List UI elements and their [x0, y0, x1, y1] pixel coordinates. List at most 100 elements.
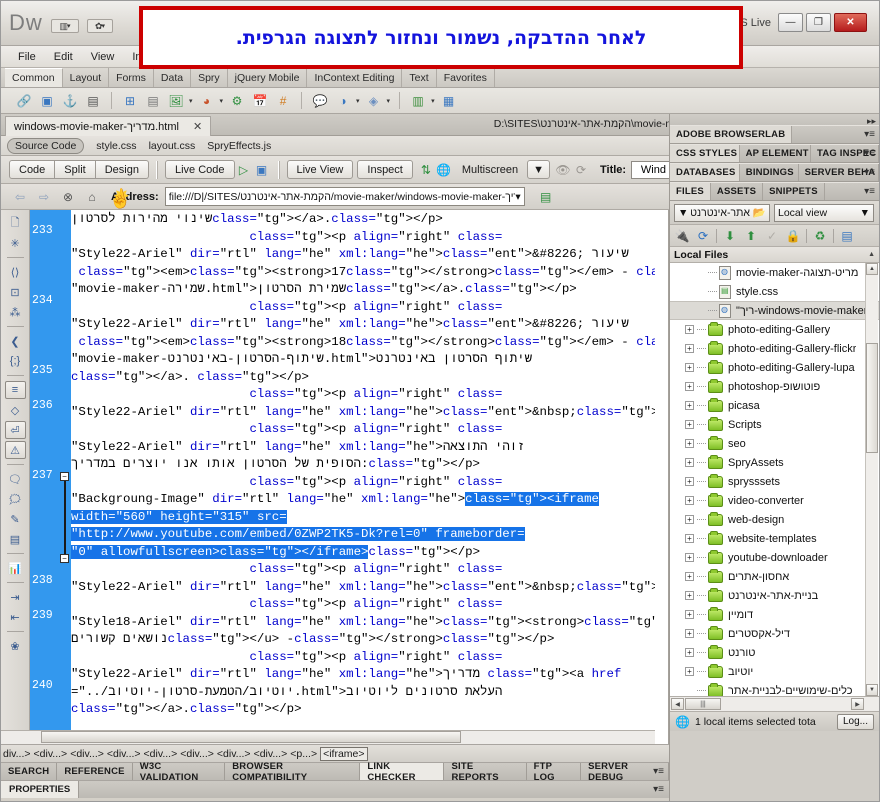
- panel-tab-css-styles[interactable]: CSS STYLES: [670, 145, 740, 162]
- horizontal-rule-icon[interactable]: ▤: [84, 92, 102, 110]
- indent-chart-icon[interactable]: 📊: [5, 559, 26, 577]
- chevron-down-icon[interactable]: ▾: [189, 97, 193, 105]
- scroll-up-arrow[interactable]: ▲: [868, 251, 875, 258]
- wrap-tag-icon[interactable]: 🗨: [5, 470, 26, 488]
- date-icon[interactable]: 📅: [251, 92, 269, 110]
- related-file-source-code[interactable]: Source Code: [7, 137, 85, 154]
- insert-tab-data[interactable]: Data: [154, 68, 192, 87]
- properties-tab[interactable]: PROPERTIES: [1, 781, 80, 798]
- related-file-spryeffects-js[interactable]: SpryEffects.js: [207, 140, 271, 152]
- file-tree-row[interactable]: + Scripts: [670, 415, 879, 434]
- related-file-layout-css[interactable]: layout.css: [149, 140, 196, 152]
- code-hint-tools-icon[interactable]: ❀: [5, 637, 26, 655]
- synchronize-icon[interactable]: ♻: [812, 228, 828, 244]
- chevron-down-icon[interactable]: ▾: [356, 97, 360, 105]
- insert-tab-spry[interactable]: Spry: [191, 68, 228, 87]
- tag-selector-item[interactable]: <div...>: [180, 748, 214, 760]
- format-source-code-icon[interactable]: ▤: [5, 530, 26, 548]
- multiscreen-dropdown[interactable]: ▼: [527, 160, 550, 179]
- file-tree-row[interactable]: + video-converter: [670, 491, 879, 510]
- expand-toggle[interactable]: +: [685, 477, 694, 486]
- expand-toggle[interactable]: +: [685, 325, 694, 334]
- expand-toggle[interactable]: +: [685, 534, 694, 543]
- file-tree-row-selected[interactable]: windows-movie-maker-ריך": [670, 301, 879, 320]
- menu-item-view[interactable]: View: [82, 49, 124, 65]
- put-files-icon[interactable]: ⬆: [743, 228, 759, 244]
- table-icon[interactable]: ⊞: [121, 92, 139, 110]
- insert-tab-incontext-editing[interactable]: InContext Editing: [307, 68, 403, 87]
- fold-toggle-top[interactable]: −: [60, 472, 69, 481]
- refresh-icon[interactable]: ⟳: [695, 228, 711, 244]
- panel-tab-snippets[interactable]: SNIPPETS: [763, 183, 825, 200]
- comment-icon[interactable]: 💬: [311, 92, 329, 110]
- files-tree[interactable]: מריט-תצוגה-movie-maker style.css windows-m…: [670, 263, 879, 696]
- log-button[interactable]: Log...: [836, 713, 874, 730]
- insert-tab-jquery-mobile[interactable]: jQuery Mobile: [228, 68, 308, 87]
- updown-arrows-icon[interactable]: ⇅: [417, 161, 435, 179]
- file-tree-row[interactable]: + אחסון-אתרים: [670, 567, 879, 586]
- tag-selector-item[interactable]: <div...>: [107, 748, 141, 760]
- line-numbers-icon[interactable]: ≡: [4, 381, 26, 399]
- collapse-outside-selection-icon[interactable]: ⊡: [5, 283, 26, 301]
- chevron-down-icon[interactable]: ▾: [387, 97, 391, 105]
- results-tab-ftp-log[interactable]: FTP LOG: [527, 761, 582, 783]
- balance-braces-icon[interactable]: {;}: [5, 352, 26, 370]
- widget-icon[interactable]: ⚙: [228, 92, 246, 110]
- file-tree-row[interactable]: + יוטיוב: [670, 662, 879, 681]
- view-select[interactable]: Local view ▼: [774, 203, 874, 222]
- file-tree-row[interactable]: + sprysssets: [670, 472, 879, 491]
- chevron-down-icon[interactable]: ▼: [678, 207, 688, 219]
- chevron-down-icon[interactable]: ▼: [860, 207, 870, 219]
- chevron-down-icon[interactable]: ▾: [431, 97, 435, 105]
- menu-item-file[interactable]: File: [9, 49, 45, 65]
- file-tree-row[interactable]: + website-templates: [670, 529, 879, 548]
- file-tree-row[interactable]: style.css: [670, 282, 879, 301]
- panel-tab-databases[interactable]: DATABASES: [670, 164, 740, 181]
- home-icon[interactable]: ⌂: [83, 188, 101, 206]
- expand-toggle[interactable]: +: [685, 553, 694, 562]
- check-out-icon[interactable]: ✓: [764, 228, 780, 244]
- script-icon[interactable]: ◈: [365, 92, 383, 110]
- refresh-icon[interactable]: ⟳: [572, 161, 590, 179]
- files-vertical-scrollbar[interactable]: ▲ ▼: [865, 263, 878, 696]
- email-link-icon[interactable]: ▣: [38, 92, 56, 110]
- live-code-button[interactable]: Live Code: [164, 160, 235, 179]
- panel-tab-ap-element[interactable]: AP ELEMENT: [740, 145, 812, 162]
- insert-tab-forms[interactable]: Forms: [109, 68, 154, 87]
- results-tab-browser-compatibility[interactable]: BROWSER COMPATIBILITY: [225, 761, 361, 783]
- chevron-down-icon[interactable]: ▾: [515, 191, 520, 203]
- expand-toggle[interactable]: +: [685, 572, 694, 581]
- expand-collapse-icon[interactable]: ▤: [839, 228, 855, 244]
- code-horizontal-scrollbar[interactable]: [1, 730, 655, 744]
- hyperlink-icon[interactable]: 🔗: [15, 92, 33, 110]
- expand-toggle[interactable]: +: [685, 496, 694, 505]
- expand-toggle[interactable]: +: [685, 382, 694, 391]
- files-horizontal-scrollbar[interactable]: ◀ ||| ▶: [670, 696, 879, 711]
- workspace-layout-button[interactable]: ▥ ▾: [51, 19, 79, 33]
- media-icon[interactable]: ◕: [198, 92, 216, 110]
- scroll-down-arrow[interactable]: ▼: [866, 684, 878, 696]
- expand-all-icon[interactable]: ⁂: [5, 303, 26, 321]
- panel-tab-files[interactable]: FILES: [670, 183, 711, 200]
- file-tree-row[interactable]: כלים-שימושיים-לבניית-אתר: [670, 681, 879, 696]
- scroll-left-arrow[interactable]: ◀: [671, 698, 684, 710]
- file-tree-row[interactable]: + SpryAssets: [670, 453, 879, 472]
- file-tree-row[interactable]: + youtube-downloader: [670, 548, 879, 567]
- forward-icon[interactable]: ⇨: [35, 188, 53, 206]
- results-tab-site-reports[interactable]: SITE REPORTS: [444, 761, 527, 783]
- images-icon[interactable]: 🖼: [167, 92, 185, 110]
- insert-tab-common[interactable]: Common: [5, 68, 63, 87]
- tag-selector-item[interactable]: <p...>: [290, 748, 317, 760]
- inspect-code-icon[interactable]: ▷: [235, 161, 253, 179]
- expand-toggle[interactable]: +: [685, 515, 694, 524]
- file-tree-row[interactable]: + דיל-אקסטרים: [670, 624, 879, 643]
- results-tab-link-checker[interactable]: LINK CHECKER: [360, 761, 445, 783]
- panel-menu-icon[interactable]: ▾≡: [864, 167, 875, 178]
- code-text-area[interactable]: שינוי מהירות לסרטוןclass="tg"></a>.class…: [71, 210, 655, 730]
- scroll-right-arrow[interactable]: ▶: [851, 698, 864, 710]
- check-in-icon[interactable]: 🔒: [785, 228, 801, 244]
- expand-toggle[interactable]: +: [685, 629, 694, 638]
- close-icon[interactable]: ✕: [193, 120, 202, 133]
- expand-toggle[interactable]: +: [685, 648, 694, 657]
- expand-toggle[interactable]: +: [685, 667, 694, 676]
